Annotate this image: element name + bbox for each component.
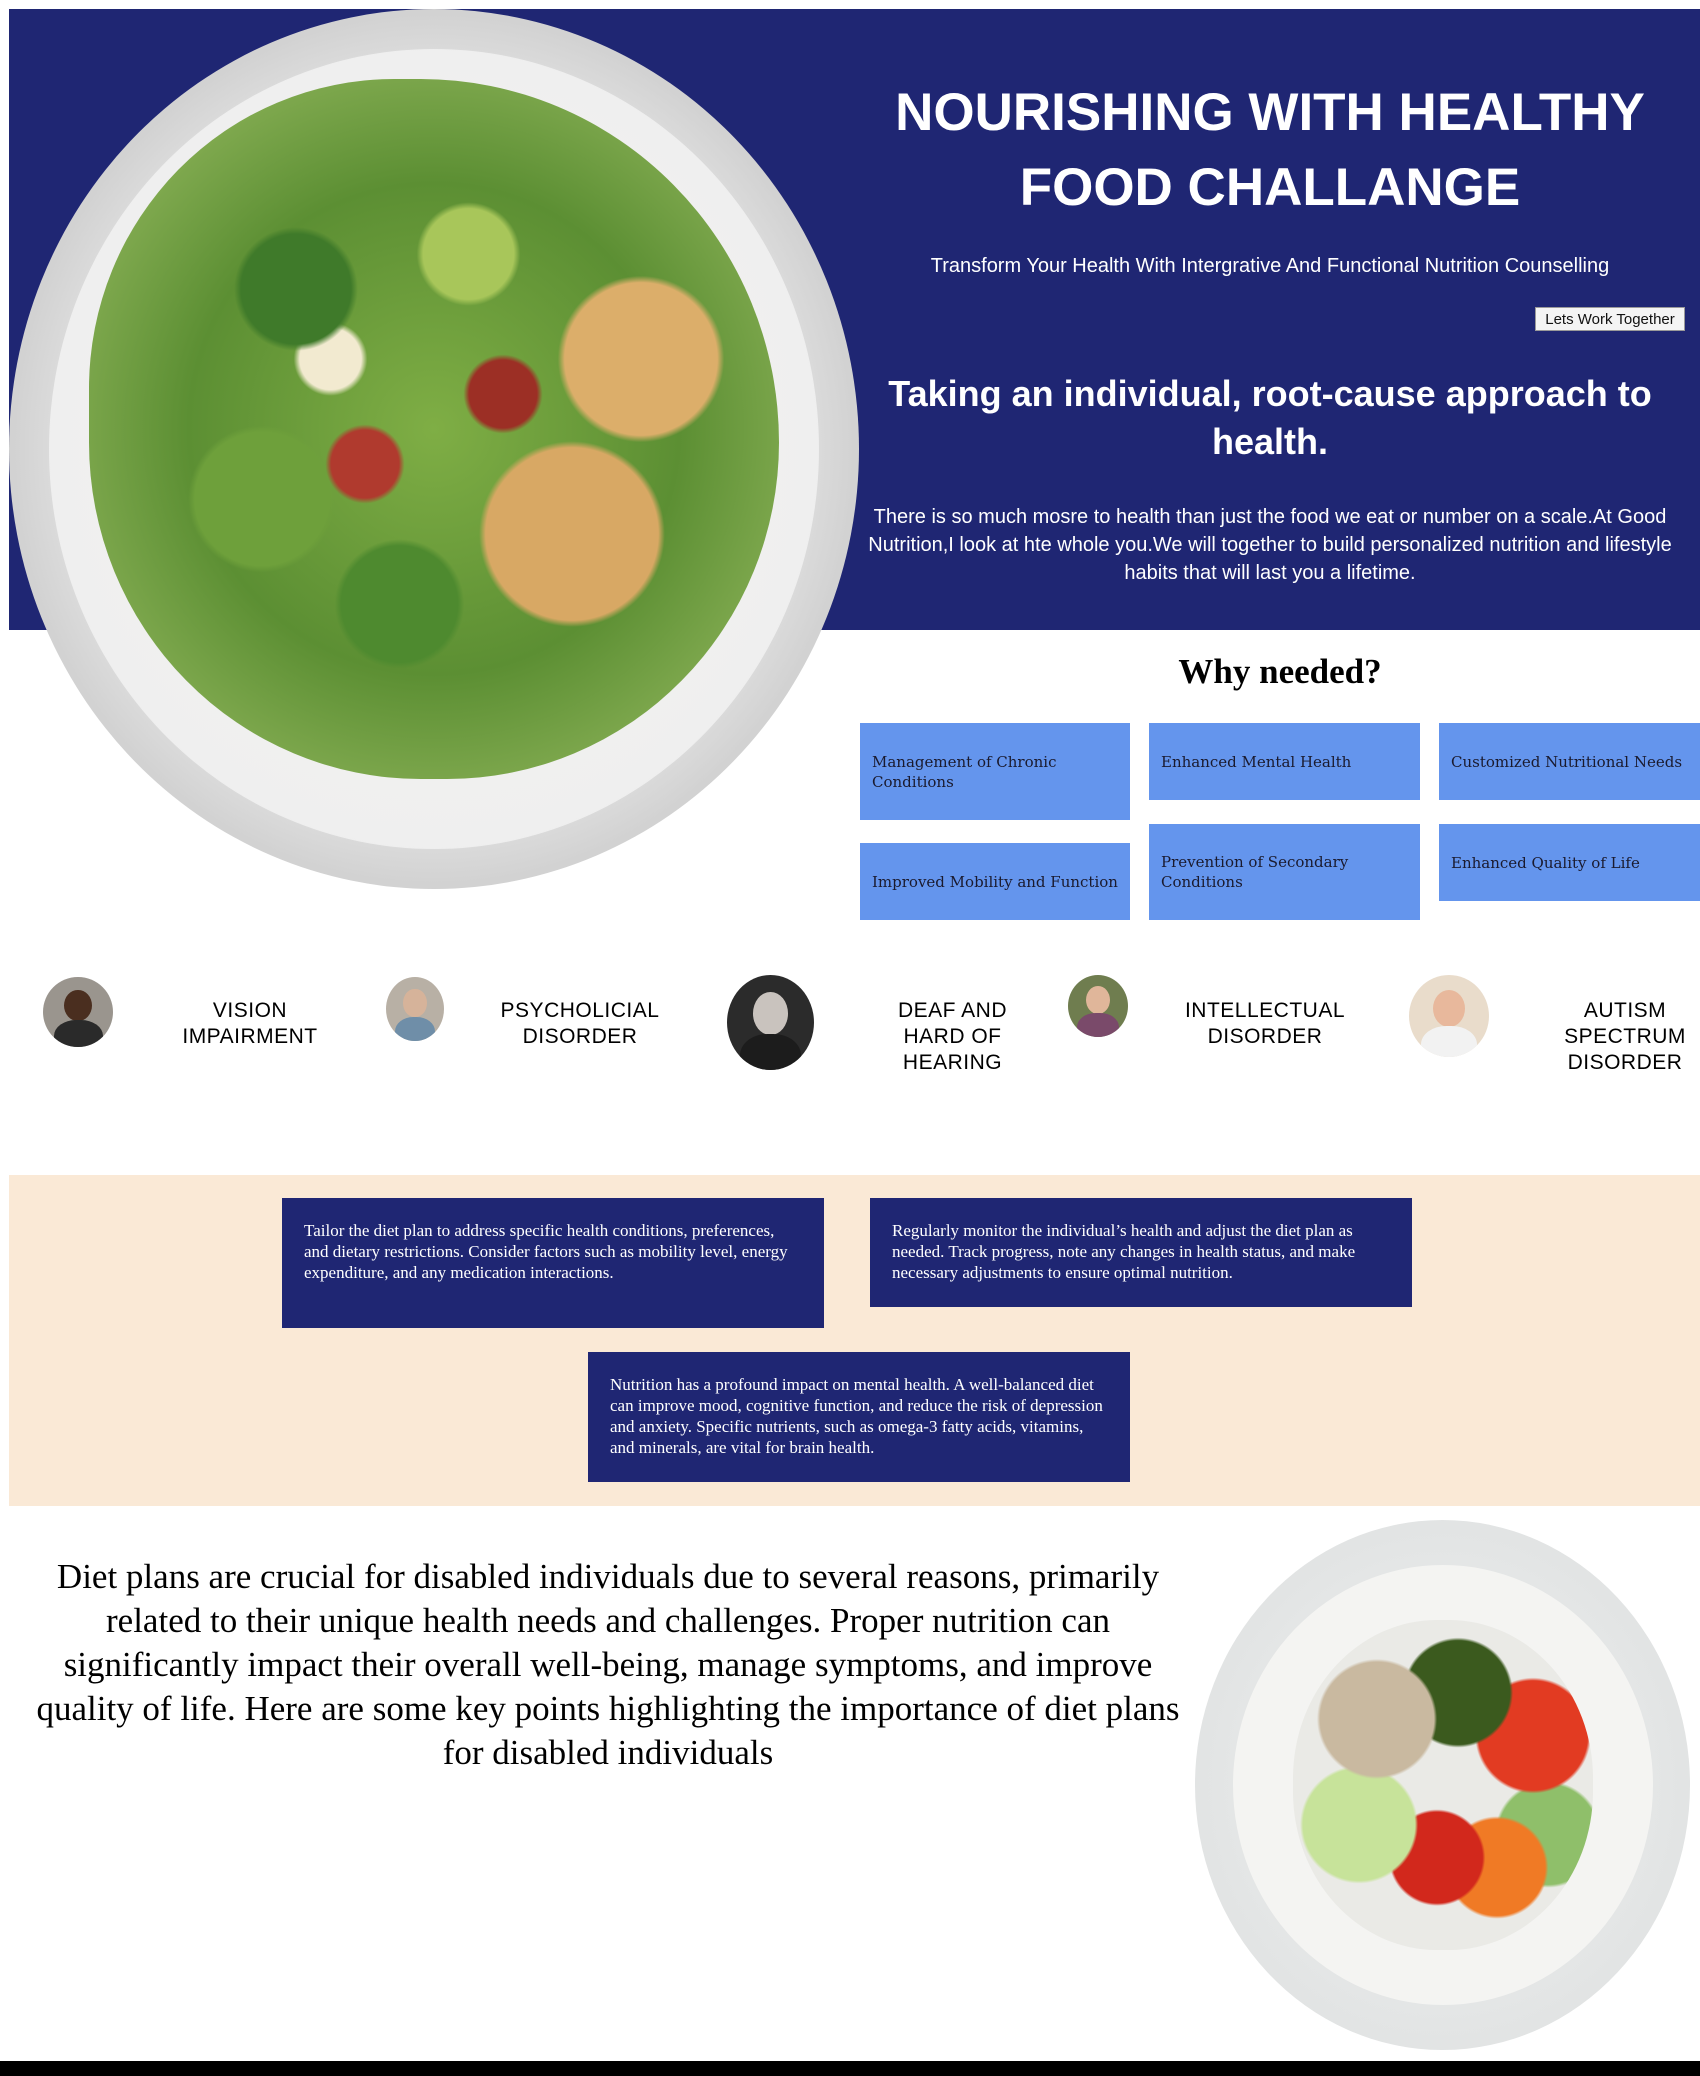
why-card-nutritional-needs: Customized Nutritional Needs xyxy=(1439,723,1700,800)
why-card-mental-health: Enhanced Mental Health xyxy=(1149,723,1420,800)
lets-work-together-button[interactable]: Lets Work Together xyxy=(1535,307,1685,331)
psychological-disorder-avatar xyxy=(386,977,444,1041)
label-deaf-hard-of-hearing: DEAF AND HARD OF HEARING xyxy=(897,999,1008,1074)
label-autism-spectrum-disorder: AUTISM SPECTRUM DISORDER xyxy=(1564,999,1686,1074)
label-intellectual-disorder: INTELLECTUAL DISORDER xyxy=(1184,999,1346,1048)
why-needed-title: Why needed? xyxy=(1178,652,1382,691)
hero-title: NOURISHING WITH HEALTHY FOOD CHALLANGE xyxy=(895,83,1645,217)
info-card-mental-health: Nutrition has a profound impact on menta… xyxy=(588,1352,1130,1482)
salad-plate-image xyxy=(9,9,859,889)
why-card-chronic-conditions: Management of Chronic Conditions xyxy=(860,723,1130,820)
intellectual-disorder-avatar xyxy=(1068,975,1128,1037)
autism-spectrum-avatar xyxy=(1409,975,1489,1057)
hero-subtitle: Transform Your Health With Intergrative … xyxy=(930,255,1610,277)
deaf-hard-of-hearing-avatar xyxy=(727,975,814,1070)
why-card-quality-of-life: Enhanced Quality of Life xyxy=(1439,824,1700,901)
info-card-tailor-diet: Tailor the diet plan to address specific… xyxy=(282,1198,824,1328)
why-card-secondary-conditions: Prevention of Secondary Conditions xyxy=(1149,824,1420,920)
bottom-bar xyxy=(0,2061,1700,2076)
vegetable-bowl-image xyxy=(1195,1520,1690,2050)
approach-title: Taking an individual, root-cause approac… xyxy=(888,373,1652,462)
label-psychological-disorder: PSYCHOLICIAL DISORDER xyxy=(500,999,660,1048)
vision-impairment-avatar xyxy=(43,977,113,1047)
diet-importance-text: Diet plans are crucial for disabled indi… xyxy=(36,1557,1180,1772)
label-vision-impairment: VISION IMPAIRMENT xyxy=(182,999,318,1048)
bowl-inner xyxy=(1233,1565,1653,2005)
why-card-mobility: Improved Mobility and Function xyxy=(860,843,1130,920)
vegetable-salad xyxy=(1293,1620,1593,1950)
info-card-monitor-health: Regularly monitor the individual’s healt… xyxy=(870,1198,1412,1307)
approach-text: There is so much mosre to health than ju… xyxy=(868,506,1672,584)
